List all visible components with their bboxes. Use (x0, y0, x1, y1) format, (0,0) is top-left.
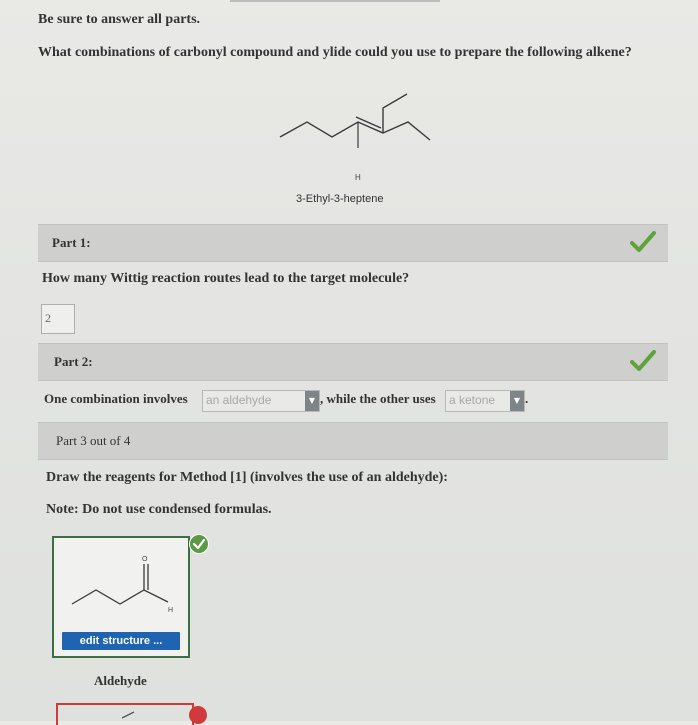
alkene-h-label: H (355, 173, 361, 182)
sentence-end: . (525, 391, 529, 406)
part1-question: How many Wittig reaction routes lead to … (42, 271, 410, 286)
structure-caption: Aldehyde (94, 673, 147, 688)
check-icon (630, 350, 656, 371)
question-text: What combinations of carbonyl compound a… (38, 45, 632, 60)
carbonyl-type-select-2[interactable]: a ketone ▼ (445, 390, 525, 412)
chevron-down-icon: ▼ (305, 391, 319, 411)
select2-value: a ketone (449, 393, 496, 407)
oxygen-label: O (142, 556, 148, 563)
part2-sentence: One combination involves (44, 391, 188, 407)
aldehyde-structure: O H (71, 556, 173, 614)
check-circle-icon (189, 534, 209, 554)
error-circle-icon (189, 706, 207, 724)
instruction-text: Be sure to answer all parts. (38, 12, 201, 27)
part2-label: Part 2: (54, 354, 93, 369)
routes-count-value: 2 (45, 311, 51, 325)
molecule-name: 3-Ethyl-3-heptene (296, 193, 384, 205)
aldehyde-h-label: H (168, 607, 173, 614)
check-icon (630, 231, 656, 252)
select1-value: an aldehyde (206, 393, 272, 407)
part2-header: Part 2: (38, 343, 668, 381)
part1-header: Part 1: (38, 224, 668, 262)
part3-note: Note: Do not use condensed formulas. (46, 502, 272, 517)
structure-drawing-box[interactable]: O H edit structure ... (52, 536, 190, 658)
partial-bond-icon (121, 711, 135, 719)
sentence-mid: , while the other uses (320, 391, 436, 406)
carbonyl-type-select-1[interactable]: an aldehyde ▼ (202, 390, 320, 412)
part3-label: Part 3 out of 4 (56, 433, 131, 448)
alkene-structure: H (279, 93, 431, 182)
top-divider (230, 0, 440, 2)
part1-label: Part 1: (52, 235, 91, 250)
routes-count-input[interactable]: 2 (41, 304, 75, 334)
part3-instruction: Draw the reagents for Method [1] (involv… (46, 470, 448, 485)
part3-header: Part 3 out of 4 (38, 422, 668, 460)
edit-structure-button[interactable]: edit structure ... (62, 632, 180, 650)
sentence-start: One combination involves (44, 391, 188, 406)
chevron-down-icon: ▼ (510, 391, 524, 411)
next-structure-box[interactable] (56, 703, 194, 725)
